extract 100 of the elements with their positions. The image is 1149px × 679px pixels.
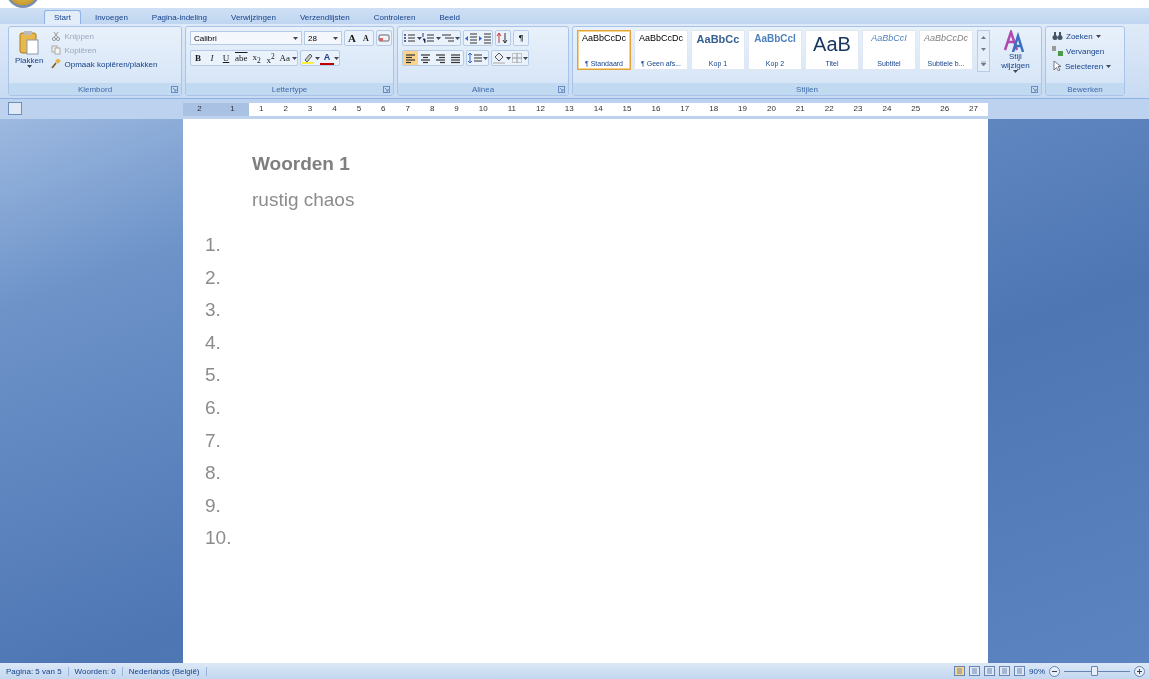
ruler-number: 16	[651, 105, 661, 113]
font-size-field[interactable]: 28	[304, 31, 342, 45]
editing-button[interactable]: Selecteren	[1050, 60, 1114, 72]
zoom-level[interactable]: 90%	[1029, 666, 1045, 676]
ruler-number: 23	[853, 105, 863, 113]
caret-icon	[334, 56, 339, 60]
ribbon-tab[interactable]: Beeld	[429, 10, 470, 24]
font-color-button[interactable]: A	[320, 51, 334, 65]
caret-icon	[455, 36, 460, 40]
status-text: Woorden: 0	[68, 666, 123, 676]
ruler-number: 25	[911, 105, 921, 113]
caret-icon	[523, 56, 528, 60]
align-button[interactable]	[418, 51, 433, 65]
zoom-in-icon	[1134, 665, 1145, 677]
list-number: 9.	[205, 493, 222, 518]
increase-indent-icon	[478, 32, 492, 44]
print-layout-icon	[954, 666, 965, 676]
clipboard-icon	[18, 30, 41, 56]
ruler-number: 7	[405, 105, 410, 113]
zoom-slider-thumb[interactable]	[1090, 665, 1098, 676]
format-button[interactable]: I	[205, 51, 219, 65]
highlighter-icon	[301, 52, 315, 64]
arrow-up-icon	[980, 35, 986, 39]
document-title: Woorden 1	[252, 153, 351, 175]
grow-font-button[interactable]: A	[345, 31, 359, 45]
font-name-field[interactable]: Calibri	[190, 31, 302, 45]
ribbon-tab[interactable]: Invoegen	[84, 10, 138, 24]
outline-icon	[999, 666, 1010, 676]
ruler-number: 14	[593, 105, 603, 113]
ribbon-tab[interactable]: Pagina-indeling	[141, 10, 217, 24]
ruler-number: 18	[709, 105, 719, 113]
ruler-number: 21	[795, 105, 805, 113]
paintbrush-icon	[51, 59, 62, 69]
editing-button[interactable]: Vervangen	[1050, 45, 1114, 57]
group-label: Alinea	[471, 84, 495, 94]
caret-icon	[506, 56, 511, 60]
ruler-number: 4	[332, 105, 337, 113]
align-button[interactable]	[403, 51, 418, 65]
list-number: 5.	[205, 363, 222, 388]
caret-icon	[26, 65, 32, 68]
ruler-number: 12	[535, 105, 545, 113]
format-button[interactable]: U	[219, 51, 233, 65]
show-marks-button[interactable]: ¶	[514, 31, 528, 45]
copy-icon	[51, 45, 62, 55]
web-layout-icon	[984, 666, 995, 676]
list-number: 4.	[205, 330, 222, 355]
group-label: Klembord	[77, 84, 113, 94]
status-text: Pagina: 5 van 5	[0, 666, 69, 676]
shrink-font-button[interactable]: A	[359, 31, 373, 45]
numbered-list-icon	[422, 32, 436, 44]
ruler-number: 17	[680, 105, 690, 113]
arrow-down-icon	[980, 48, 986, 52]
line-spacing-icon	[467, 52, 483, 64]
ruler-number: 5	[356, 105, 362, 113]
ruler-number: 6	[381, 105, 386, 113]
editing-button[interactable]: Zoeken	[1050, 30, 1114, 42]
ruler-number: 26	[940, 105, 950, 113]
caret-icon	[1012, 70, 1018, 73]
ruler-number: 9	[454, 105, 459, 113]
ribbon-tab[interactable]: Verzendlijsten	[289, 10, 360, 24]
dialog-launcher-icon[interactable]	[171, 86, 178, 93]
ruler-number: 24	[882, 105, 892, 113]
bullet-list-icon	[403, 32, 417, 44]
change-styles-button[interactable]: Stijl wijzigen	[993, 30, 1037, 83]
binoculars-icon	[1052, 31, 1063, 41]
replace-icon	[1052, 46, 1063, 56]
tab-selector-button[interactable]	[8, 102, 22, 115]
caret-icon	[333, 36, 338, 40]
format-button[interactable]: abe	[233, 51, 250, 65]
paste-button[interactable]: Plakken	[13, 30, 46, 83]
caret-icon	[292, 56, 297, 60]
ribbon-tab[interactable]: Verwijzingen	[221, 10, 286, 24]
ribbon-tab[interactable]: Controleren	[363, 10, 426, 24]
caret-icon	[315, 56, 320, 60]
align-button[interactable]	[448, 51, 463, 65]
dialog-launcher-icon[interactable]	[558, 86, 565, 93]
format-button[interactable]: x$_{2}$	[249, 51, 264, 65]
zoom-out-icon	[1049, 665, 1060, 677]
format-button[interactable]: B	[191, 51, 205, 65]
ruler-number: 27	[969, 105, 978, 113]
ruler-number: 11	[507, 105, 516, 113]
format-button[interactable]: Aa	[277, 51, 292, 65]
caret-icon	[1106, 64, 1112, 68]
more-icon	[980, 61, 986, 67]
ruler-number: 22	[824, 105, 834, 113]
list-number: 2.	[205, 265, 222, 290]
status-text: Nederlands (België)	[122, 666, 207, 676]
list-number: 8.	[205, 461, 222, 486]
align-button[interactable]	[433, 51, 448, 65]
dialog-launcher-icon[interactable]	[1031, 86, 1038, 93]
group-label: Bewerken	[1067, 84, 1103, 94]
format-button[interactable]: x$^{2}$	[263, 51, 278, 65]
ruler-number: 2	[283, 105, 288, 113]
dialog-launcher-icon[interactable]	[383, 86, 390, 93]
clipboard-button[interactable]: Opmaak kopiëren/plakken	[49, 58, 160, 70]
caret-icon	[483, 56, 488, 60]
borders-icon	[511, 52, 523, 64]
ribbon-tab[interactable]: Start	[44, 10, 81, 24]
gallery-scroller[interactable]	[977, 30, 990, 72]
list-number: 6.	[205, 395, 222, 420]
